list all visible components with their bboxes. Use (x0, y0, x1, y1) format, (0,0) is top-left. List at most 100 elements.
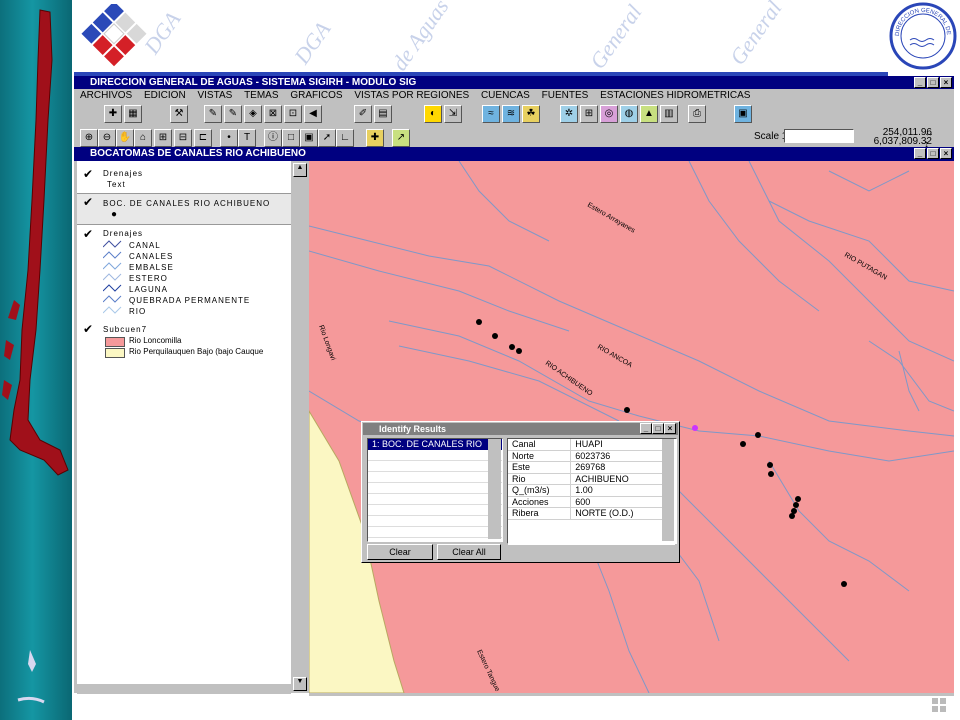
view-minimize-button[interactable]: _ (914, 148, 926, 159)
view-maximize-button[interactable]: □ (927, 148, 939, 159)
region-button-2[interactable]: ⇲ (444, 105, 462, 123)
scale-input[interactable] (784, 129, 854, 143)
legend-item-label: RIO (129, 307, 147, 316)
estacion-button-5[interactable]: ▲ (640, 105, 658, 123)
menu-fuentes[interactable]: FUENTES (542, 90, 589, 101)
legend-group-title[interactable]: Drenajes (103, 229, 143, 238)
watermark-text: de Aguas (386, 0, 454, 76)
select-rect-icon[interactable]: □ (282, 129, 300, 147)
point-tool-icon[interactable]: • (220, 129, 238, 147)
help-button[interactable]: ▣ (734, 105, 752, 123)
region-button-1[interactable]: ◐ (424, 105, 442, 123)
identify-results-list[interactable]: 1: BOC. DE CANALES RIO (367, 438, 503, 542)
text-tool-icon[interactable]: T (238, 129, 256, 147)
menu-vistas[interactable]: VISTAS (197, 90, 232, 101)
legend-item-label: CANAL (129, 241, 161, 250)
cuenca-button-1[interactable]: ≈ (482, 105, 500, 123)
theme-button-5[interactable]: ⊡ (284, 105, 302, 123)
full-extent-icon[interactable]: ⌂ (134, 129, 152, 147)
legend-item-label: ESTERO (129, 274, 168, 283)
zoom-out-icon[interactable]: ⊖ (98, 129, 116, 147)
maximize-button[interactable]: □ (927, 77, 939, 88)
checkbox-icon[interactable]: ✔ (83, 227, 94, 241)
identify-title: Identify Results (379, 424, 447, 434)
legend-scrollbar[interactable]: ▲ ▼ (291, 161, 307, 693)
theme-button-1[interactable]: ✎ (204, 105, 222, 123)
main-titlebar: DIRECCION GENERAL DE AGUAS - SISTEMA SIG… (74, 76, 954, 90)
menu-cuencas[interactable]: CUENCAS (481, 90, 530, 101)
menu-archivos[interactable]: ARCHIVOS (80, 90, 132, 101)
checkbox-icon[interactable]: ✔ (83, 322, 94, 336)
identify-maximize-button[interactable]: □ (652, 423, 664, 434)
estacion-button-6[interactable]: ▥ (660, 105, 678, 123)
estacion-button-3[interactable]: ◎ (600, 105, 618, 123)
legend-group-selected[interactable] (77, 193, 291, 225)
table-row: Rio ACHIBUENO (508, 473, 663, 485)
checkbox-icon[interactable]: ✔ (83, 167, 94, 181)
zoom-selected-icon[interactable]: ⊏ (194, 129, 212, 147)
view-titlebar: BOCATOMAS DE CANALES RIO ACHIBUENO _ □ × (74, 147, 954, 161)
menu-graficos[interactable]: GRAFICOS (290, 90, 342, 101)
identify-list-item[interactable]: 1: BOC. DE CANALES RIO (368, 439, 502, 450)
watermark-text: General (584, 0, 647, 74)
field-name: Ribera (508, 507, 572, 520)
pointer-icon[interactable]: ➚ (318, 129, 336, 147)
clear-all-button[interactable]: Clear All (437, 544, 501, 560)
legend-group-title[interactable]: Subcuen7 (103, 325, 147, 334)
measure-icon[interactable]: ∟ (336, 129, 354, 147)
selected-point[interactable] (692, 425, 698, 431)
menu-temas[interactable]: TEMAS (244, 90, 278, 101)
menu-vistas-por-regiones[interactable]: VISTAS POR REGIONES (354, 90, 469, 101)
identify-icon[interactable]: ⓘ (264, 129, 282, 147)
table-button[interactable]: ▦ (124, 105, 142, 123)
theme-button-2[interactable]: ✎ (224, 105, 242, 123)
menu-estaciones-hidrometricas[interactable]: ESTACIONES HIDROMETRICAS (600, 90, 750, 101)
minimize-button[interactable]: _ (914, 77, 926, 88)
identify-close-button[interactable]: × (664, 423, 676, 434)
table-hscrollbar[interactable] (508, 544, 675, 557)
scroll-up-icon[interactable]: ▲ (293, 163, 307, 177)
chart-icon[interactable]: ↗ (392, 129, 410, 147)
identify-minimize-button[interactable]: _ (640, 423, 652, 434)
map-label: Rio Longavi (317, 324, 336, 362)
legend-group-title[interactable]: Drenajes (103, 169, 143, 178)
query-icon[interactable]: ⊟ (174, 129, 192, 147)
select-theme-icon[interactable]: ⊞ (154, 129, 172, 147)
cuenca-button-2[interactable]: ≋ (502, 105, 520, 123)
list-scrollbar[interactable] (488, 439, 501, 539)
field-value: HUAPI (570, 439, 663, 451)
edit-tool-button[interactable]: ⚒ (170, 105, 188, 123)
grid-corner-icon (932, 698, 946, 712)
estacion-button-4[interactable]: ◍ (620, 105, 638, 123)
table-row: Canal HUAPI (508, 439, 663, 451)
field-name: Acciones (508, 496, 572, 508)
estacion-button-1[interactable]: ✲ (560, 105, 578, 123)
field-value: 600 (570, 496, 663, 508)
table-vscrollbar[interactable] (662, 439, 674, 541)
legend-group-title[interactable]: BOC. DE CANALES RIO ACHIBUENO (103, 199, 270, 208)
fuente-button[interactable]: ☘ (522, 105, 540, 123)
menu-edicion[interactable]: EDICION (144, 90, 186, 101)
estacion-button-2[interactable]: ⊞ (580, 105, 598, 123)
view-close-button[interactable]: × (940, 148, 952, 159)
pencil-button[interactable]: ✐ (354, 105, 372, 123)
legend-hscrollbar[interactable] (77, 684, 291, 694)
theme-button-4[interactable]: ⊠ (264, 105, 282, 123)
checkbox-icon[interactable]: ✔ (83, 195, 94, 209)
field-value: 269768 (570, 461, 663, 474)
document-button[interactable]: ▤ (374, 105, 392, 123)
close-button[interactable]: × (940, 77, 952, 88)
zoom-in-icon[interactable]: ⊕ (80, 129, 98, 147)
scroll-down-icon[interactable]: ▼ (293, 677, 307, 691)
watermark-text: General (724, 0, 787, 70)
point-symbol-icon: ● (111, 209, 119, 220)
toolbar-main: ✚ ▦ ⚒ ✎ ✎ ◈ ⊠ ⊡ ◀ ✐ ▤ ◐ ⇲ ≈ ≋ ☘ ✲ ⊞ ◎ ◍ … (74, 102, 954, 126)
select-feature-icon[interactable]: ▣ (300, 129, 318, 147)
new-button[interactable]: ✚ (104, 105, 122, 123)
theme-button-6[interactable]: ◀ (304, 105, 322, 123)
clear-button[interactable]: Clear (367, 544, 433, 560)
pan-hand-icon[interactable]: ✋ (116, 129, 134, 147)
layer-add-icon[interactable]: ✚ (366, 129, 384, 147)
print-button[interactable]: ⎙ (688, 105, 706, 123)
theme-button-3[interactable]: ◈ (244, 105, 262, 123)
